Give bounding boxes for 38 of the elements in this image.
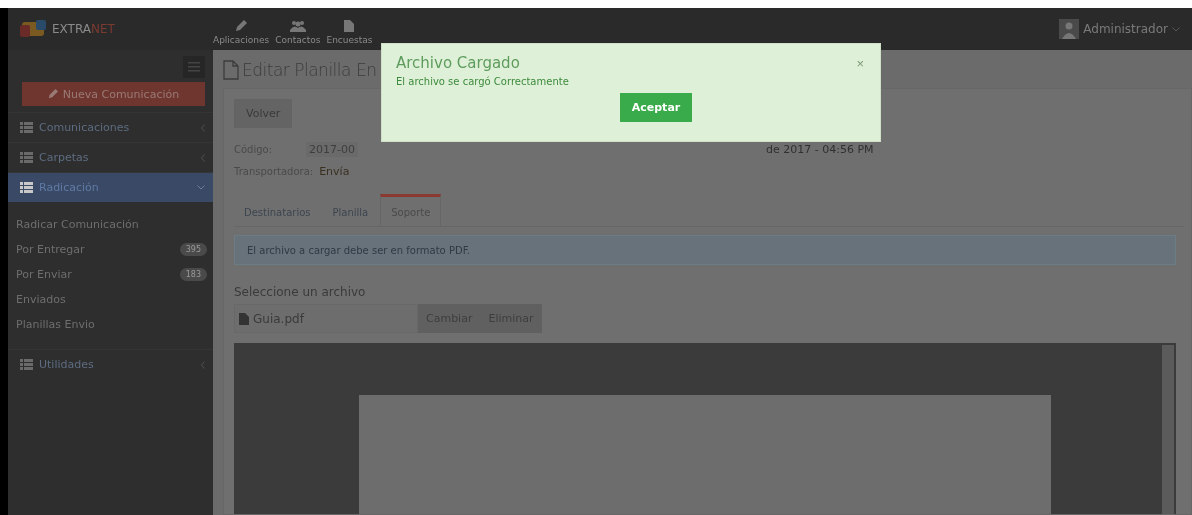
count-badge: 183	[179, 268, 207, 281]
submenu-item[interactable]: Enviados	[8, 287, 213, 312]
nav-link[interactable]: Contactos	[272, 8, 324, 50]
pencil-icon	[47, 89, 58, 99]
submenu-item[interactable]: Planillas Envio	[8, 312, 213, 337]
logo-icon	[20, 20, 46, 38]
submenu-item[interactable]: Por Entregar 395	[8, 237, 213, 262]
list-icon	[20, 152, 33, 163]
sidebar-item[interactable]: Radicación	[8, 172, 213, 202]
nav-link[interactable]: Encuestas	[323, 8, 376, 50]
count-badge: 395	[179, 243, 207, 256]
date-value: de 2017 - 04:56 PM	[766, 143, 874, 156]
sidebar-item[interactable]: Utilidades	[8, 349, 213, 379]
file-icon	[239, 312, 249, 325]
close-button[interactable]: ×	[854, 55, 866, 71]
user-menu[interactable]: Administrador	[1083, 22, 1168, 36]
document-icon	[223, 60, 239, 80]
people-icon	[289, 20, 306, 32]
scrollbar[interactable]	[1162, 345, 1174, 514]
pencil-icon	[235, 20, 248, 32]
chevron-down-icon	[197, 185, 205, 190]
dialog-message: El archivo se cargó Correctamente	[396, 76, 570, 87]
list-icon	[20, 182, 33, 193]
dialog-title: Archivo Cargado	[396, 54, 520, 72]
menu-icon	[188, 62, 200, 72]
submenu-item[interactable]: Por Enviar 183	[8, 262, 213, 287]
brand-name: EXTRANET	[52, 22, 115, 36]
list-icon	[20, 359, 33, 370]
new-communication-button[interactable]: Nueva Comunicación	[22, 82, 205, 106]
carrier-value: Envía	[319, 165, 350, 178]
nav-link[interactable]: Aplicaciones	[210, 8, 273, 50]
chevron-down-icon	[1172, 26, 1180, 32]
file-icon	[344, 20, 355, 32]
submenu-item[interactable]: Radicar Comunicación	[8, 212, 213, 237]
accept-button[interactable]: Aceptar	[619, 93, 693, 122]
list-icon	[20, 122, 33, 133]
sidebar-item[interactable]: Comunicaciones	[8, 112, 213, 142]
menu-button[interactable]	[183, 56, 205, 78]
